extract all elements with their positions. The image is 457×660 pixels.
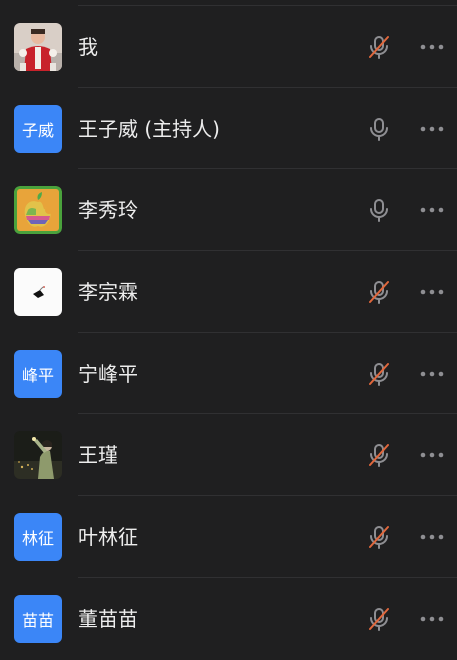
- avatar: [14, 186, 62, 235]
- more-options-icon[interactable]: [419, 118, 445, 140]
- avatar: 峰平: [14, 349, 62, 398]
- participant-row[interactable]: 子威 王子威 (主持人): [0, 88, 457, 170]
- microphone-muted-icon[interactable]: [366, 34, 392, 60]
- avatar: 林征: [14, 513, 62, 562]
- more-options-icon[interactable]: [419, 36, 445, 58]
- participant-name: 董苗苗: [78, 606, 138, 631]
- more-options-icon[interactable]: [419, 199, 445, 221]
- avatar: 苗苗: [14, 594, 62, 643]
- more-options-icon[interactable]: [419, 526, 445, 548]
- participant-row[interactable]: 苗苗 董苗苗: [0, 578, 457, 660]
- microphone-muted-icon[interactable]: [366, 279, 392, 305]
- microphone-muted-icon[interactable]: [366, 606, 392, 632]
- microphone-icon[interactable]: [366, 197, 392, 223]
- participant-list: 我 子威 王子威 (主持人) 李秀玲 李宗霖 峰平 宁峰平 王瑾 林征 叶林征 …: [0, 6, 457, 660]
- microphone-icon[interactable]: [366, 116, 392, 142]
- participant-name: 我: [78, 35, 98, 59]
- participant-row[interactable]: 峰平 宁峰平: [0, 333, 457, 415]
- participant-name: 李秀玲: [78, 198, 138, 223]
- avatar: [14, 23, 62, 71]
- more-options-icon[interactable]: [419, 444, 445, 466]
- microphone-muted-icon[interactable]: [366, 442, 392, 468]
- microphone-muted-icon[interactable]: [366, 524, 392, 550]
- participant-row[interactable]: 李秀玲: [0, 169, 457, 251]
- participant-name: 王子威 (主持人): [78, 116, 220, 141]
- participant-name: 宁峰平: [78, 361, 138, 386]
- participant-name: 王瑾: [78, 443, 118, 468]
- more-options-icon[interactable]: [419, 281, 445, 303]
- avatar: 子威: [14, 104, 62, 153]
- participant-row[interactable]: 王瑾: [0, 414, 457, 496]
- avatar: [14, 268, 62, 317]
- participant-name: 李宗霖: [78, 280, 138, 305]
- participant-row[interactable]: 李宗霖: [0, 251, 457, 333]
- more-options-icon[interactable]: [419, 608, 445, 630]
- avatar: [14, 431, 62, 480]
- participant-name: 叶林征: [78, 525, 138, 550]
- microphone-muted-icon[interactable]: [366, 361, 392, 387]
- more-options-icon[interactable]: [419, 363, 445, 385]
- participant-row[interactable]: 林征 叶林征: [0, 496, 457, 578]
- participant-row[interactable]: 我: [0, 6, 457, 88]
